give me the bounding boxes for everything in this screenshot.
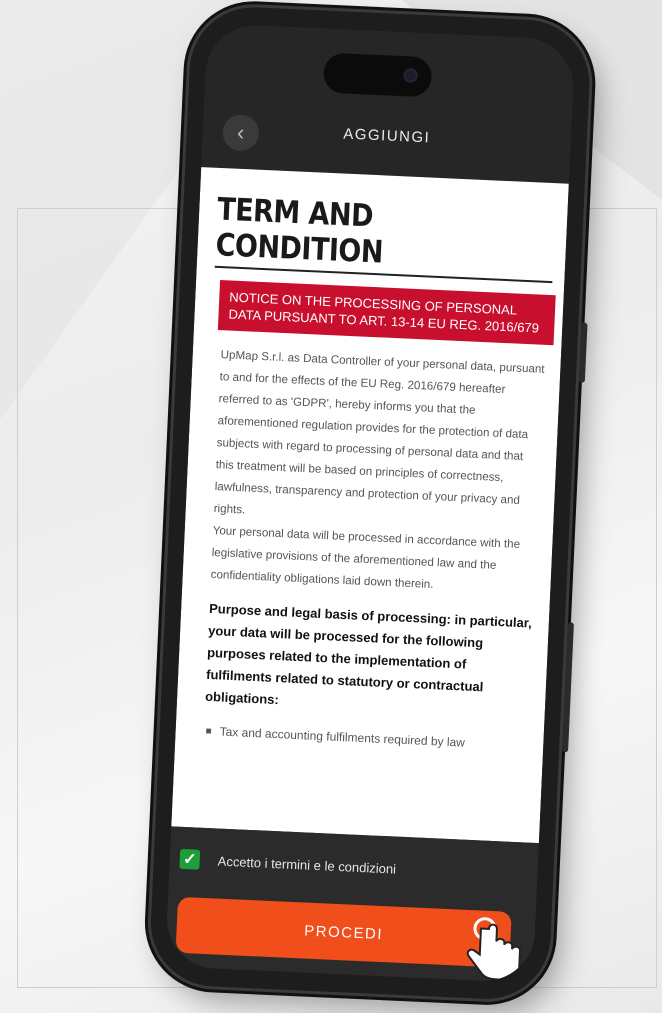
proceed-button-label: PROCEDI (303, 922, 384, 943)
phone-mockup: ‹ AGGIUNGI TERM AND CONDITION NOTICE ON … (148, 4, 632, 1009)
bullet-icon: ■ (205, 725, 212, 738)
purpose-heading: Purpose and legal basis of processing: i… (204, 600, 533, 708)
app-bar: ‹ AGGIUNGI (200, 23, 576, 190)
terms-paragraph: Your personal data will be processed in … (210, 523, 521, 592)
tap-hand-icon (466, 917, 521, 981)
phone-screen: ‹ AGGIUNGI TERM AND CONDITION NOTICE ON … (164, 23, 576, 983)
list-item-text: Tax and accounting fulfilments required … (219, 724, 466, 750)
terms-paragraph: UpMap S.r.l. as Data Controller of your … (213, 348, 545, 517)
camera-icon (403, 68, 418, 83)
accept-terms-checkbox[interactable]: ✓ (179, 848, 201, 870)
page-title: TERM AND CONDITION (214, 191, 384, 271)
accept-terms-label[interactable]: Accetto i termini e le condizioni (217, 853, 396, 876)
footer-panel: ✓ Accetto i termini e le condizioni PROC… (164, 826, 539, 983)
terms-content[interactable]: TERM AND CONDITION NOTICE ON THE PROCESS… (171, 167, 569, 844)
notice-banner: NOTICE ON THE PROCESSING OF PERSONAL DAT… (217, 280, 556, 346)
list-item: ■ Tax and accounting fulfilments require… (205, 724, 531, 755)
dynamic-island (322, 52, 433, 98)
app-bar-title: AGGIUNGI (342, 125, 431, 147)
phone-body: ‹ AGGIUNGI TERM AND CONDITION NOTICE ON … (148, 4, 593, 1002)
accept-terms-row[interactable]: ✓ Accetto i termini e le condizioni (179, 848, 396, 879)
phone-side-button (562, 622, 574, 753)
phone-side-button (578, 322, 588, 383)
checkmark-icon: ✓ (182, 850, 197, 869)
